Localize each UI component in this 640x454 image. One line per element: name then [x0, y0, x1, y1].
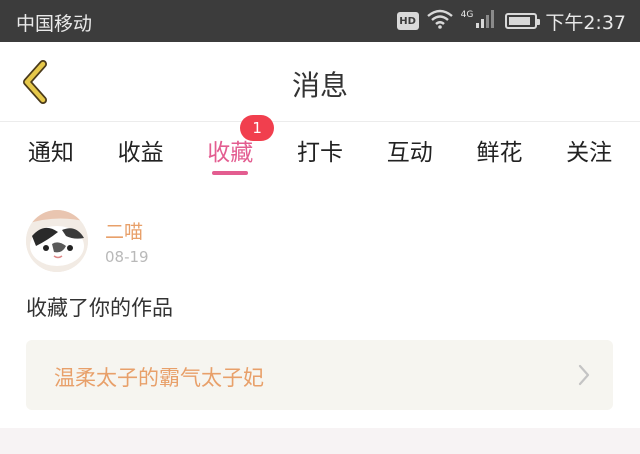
- battery-icon: [505, 13, 541, 29]
- work-title: 温柔太子的霸气太子妃: [54, 366, 264, 390]
- active-tab-indicator: [212, 171, 249, 175]
- tab-label: 鲜花: [476, 140, 523, 166]
- signal-icon: [475, 9, 497, 33]
- chevron-right-icon: [578, 364, 590, 386]
- message-date: 08-19: [105, 248, 149, 266]
- message-text: 收藏了你的作品: [26, 296, 173, 320]
- tab-label: 收益: [117, 140, 164, 166]
- list-separator: [0, 428, 640, 454]
- carrier-name: 中国移动: [16, 13, 93, 35]
- tab-earnings[interactable]: 收益: [96, 123, 186, 181]
- tab-checkin[interactable]: 打卡: [275, 123, 365, 181]
- message-tabs: 通知 收益 收藏 1 打卡 互动 鲜花 关注: [0, 115, 640, 181]
- tab-favorites[interactable]: 收藏 1: [185, 115, 275, 181]
- wifi-icon: [426, 9, 453, 33]
- tab-notifications[interactable]: 通知: [6, 123, 96, 181]
- status-icons: HD 4G 下午2:37: [396, 8, 626, 34]
- tab-label: 互动: [386, 140, 433, 166]
- tab-flowers[interactable]: 鲜花: [455, 123, 545, 181]
- avatar[interactable]: [26, 210, 88, 272]
- page-title: 消息: [291, 69, 348, 102]
- tab-interactions[interactable]: 互动: [365, 123, 455, 181]
- tab-follows[interactable]: 关注: [544, 123, 634, 181]
- tab-label: 关注: [566, 140, 613, 166]
- hd-icon: HD: [396, 12, 419, 30]
- tab-label: 通知: [27, 140, 74, 166]
- message-item: 二喵 08-19 收藏了你的作品 温柔太子的霸气太子妃: [0, 182, 640, 428]
- clock: 下午2:37: [545, 11, 626, 34]
- network-type: 4G: [460, 10, 474, 20]
- status-bar: 中国移动 HD 4G 下午2:37: [0, 0, 640, 42]
- work-card[interactable]: 温柔太子的霸气太子妃: [26, 340, 613, 410]
- battery-level: [509, 17, 530, 25]
- tab-label: 收藏: [207, 140, 254, 166]
- tab-label: 打卡: [297, 140, 344, 166]
- user-name[interactable]: 二喵: [105, 217, 143, 244]
- app-header: 消息: [0, 42, 640, 122]
- unread-badge: 1: [240, 115, 275, 141]
